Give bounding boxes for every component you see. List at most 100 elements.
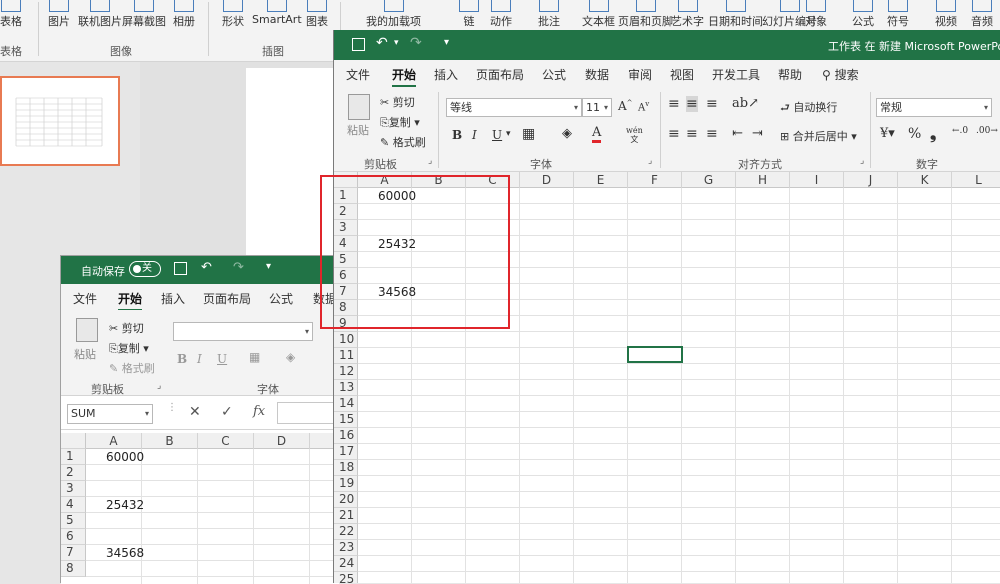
row-header-11[interactable]: 11 — [334, 348, 358, 364]
column-header-k[interactable]: K — [898, 172, 952, 188]
copy-button[interactable]: ⎘复制 ▾ — [380, 114, 420, 130]
ppt-button[interactable]: SmartArt — [252, 0, 302, 26]
fill-color-icon[interactable]: ◈ — [562, 126, 572, 141]
ppt-button[interactable]: 形状 — [222, 0, 244, 29]
tab-help[interactable]: 帮助 — [778, 66, 802, 83]
underline-dropdown-icon[interactable]: ▾ — [506, 129, 511, 139]
ppt-button[interactable]: 艺术字 — [671, 0, 704, 29]
accounting-format-icon[interactable]: ¥▾ — [880, 126, 895, 141]
tab-insert[interactable]: 插入 — [161, 290, 185, 307]
row-header-20[interactable]: 20 — [334, 492, 358, 508]
save-icon[interactable] — [174, 262, 187, 275]
dialog-launcher-icon[interactable]: ⌟ — [157, 381, 161, 391]
row-header-15[interactable]: 15 — [334, 412, 358, 428]
paste-icon[interactable] — [348, 94, 370, 120]
dialog-launcher-icon[interactable]: ⌟ — [648, 156, 652, 166]
fill-color-icon[interactable]: ◈ — [286, 350, 295, 364]
row-header-8[interactable]: 8 — [61, 561, 86, 577]
increase-decimal-icon[interactable]: ←.0 — [952, 126, 968, 136]
font-size-combo[interactable]: 11 ▾ — [582, 98, 612, 117]
selected-cell[interactable] — [627, 346, 683, 363]
column-header-b[interactable]: B — [142, 433, 198, 449]
ppt-button[interactable]: 相册 — [173, 0, 195, 29]
column-header-g[interactable]: G — [682, 172, 736, 188]
column-header-i[interactable]: I — [790, 172, 844, 188]
tab-home[interactable]: 开始 — [392, 66, 417, 87]
insert-function-icon[interactable]: fx — [253, 404, 265, 419]
ppt-button[interactable]: 联机图片 — [78, 0, 122, 29]
row-header-1[interactable]: 1 — [61, 449, 86, 465]
phonetic-icon[interactable]: wén 文 — [626, 126, 643, 144]
increase-indent-icon[interactable]: ⇥ — [752, 126, 763, 141]
bold-icon[interactable]: B — [452, 128, 462, 142]
row-header-23[interactable]: 23 — [334, 540, 358, 556]
ppt-button[interactable]: 页眉和页脚 — [618, 0, 673, 29]
row-header-22[interactable]: 22 — [334, 524, 358, 540]
quick-access-dropdown-icon[interactable]: ▾ — [444, 37, 449, 48]
column-header-d[interactable]: D — [254, 433, 310, 449]
column-header-f[interactable]: F — [628, 172, 682, 188]
column-header-d[interactable]: D — [520, 172, 574, 188]
row-header-10[interactable]: 10 — [334, 332, 358, 348]
format-painter-button[interactable]: ✎ 格式刷 — [109, 360, 155, 376]
ppt-button[interactable]: 对象 — [805, 0, 827, 29]
tab-formulas[interactable]: 公式 — [269, 290, 293, 307]
paste-button[interactable]: 粘贴 — [347, 122, 369, 138]
row-header-17[interactable]: 17 — [334, 444, 358, 460]
ppt-button[interactable]: 日期和时间 — [708, 0, 763, 29]
row-header-6[interactable]: 6 — [61, 529, 86, 545]
redo-icon[interactable]: ↷ — [410, 35, 422, 51]
tab-file[interactable]: 文件 — [73, 290, 97, 307]
enter-icon[interactable]: ✓ — [221, 404, 233, 420]
decrease-font-icon[interactable]: Av — [638, 100, 649, 113]
align-center-icon[interactable]: ≡ — [686, 126, 698, 142]
row-header-18[interactable]: 18 — [334, 460, 358, 476]
cut-button[interactable]: ✂ 剪切 — [109, 320, 144, 336]
redo-icon[interactable]: ↷ — [233, 260, 244, 275]
tab-file[interactable]: 文件 — [346, 66, 370, 83]
ppt-button[interactable]: 链 — [459, 0, 479, 29]
font-color-icon[interactable]: A — [592, 126, 602, 143]
row-header-19[interactable]: 19 — [334, 476, 358, 492]
row-header-3[interactable]: 3 — [61, 481, 86, 497]
copy-button[interactable]: ⎘复制 ▾ — [109, 340, 149, 356]
ppt-button[interactable]: 视频 — [935, 0, 957, 29]
search-box[interactable]: ⚲ 搜索 — [822, 66, 859, 83]
cancel-icon[interactable]: ✕ — [189, 404, 201, 420]
cell-a4[interactable]: 25432 — [106, 498, 144, 512]
select-all-corner[interactable] — [61, 433, 86, 449]
ppt-button[interactable]: 批注 — [538, 0, 560, 29]
cell-a7[interactable]: 34568 — [106, 546, 144, 560]
ppt-button[interactable]: 屏幕截图 — [122, 0, 166, 29]
number-format-combo[interactable]: 常规 ▾ — [876, 98, 992, 117]
ppt-button[interactable]: 表格 — [0, 0, 22, 29]
paste-button[interactable]: 粘贴 — [74, 346, 96, 362]
cut-button[interactable]: ✂ 剪切 — [380, 94, 415, 110]
row-header-2[interactable]: 2 — [61, 465, 86, 481]
orientation-icon[interactable]: ab↗ — [732, 96, 759, 111]
column-header-c[interactable]: C — [198, 433, 254, 449]
paste-icon[interactable] — [76, 318, 98, 342]
ppt-button[interactable]: 动作 — [490, 0, 512, 29]
row-header-4[interactable]: 4 — [61, 497, 86, 513]
undo-dropdown-icon[interactable]: ▾ — [394, 38, 399, 48]
ppt-button[interactable]: 图片 — [48, 0, 70, 29]
formula-input[interactable] — [277, 402, 341, 424]
dialog-launcher-icon[interactable]: ⌟ — [428, 156, 432, 166]
align-bottom-icon[interactable]: ≡ — [706, 96, 718, 112]
worksheet-grid[interactable]: A B C D 1 2 3 4 5 6 7 8 60000 25432 34568 — [61, 433, 339, 584]
ppt-button[interactable]: 我的加载项 — [366, 0, 421, 29]
ppt-button[interactable]: 音频 — [971, 0, 993, 29]
column-header-l[interactable]: L — [952, 172, 1000, 188]
column-header-e[interactable]: E — [574, 172, 628, 188]
tab-data[interactable]: 数据 — [585, 66, 609, 83]
ppt-button[interactable]: 公式 — [852, 0, 874, 29]
decrease-indent-icon[interactable]: ⇤ — [732, 126, 743, 141]
wrap-text-button[interactable]: ⮐ 自动换行 — [780, 99, 837, 118]
font-name-combo[interactable]: ▾ — [173, 322, 313, 341]
align-top-icon[interactable]: ≡ — [668, 96, 680, 112]
column-header-h[interactable]: H — [736, 172, 790, 188]
increase-font-icon[interactable]: A^ — [618, 99, 633, 113]
row-header-21[interactable]: 21 — [334, 508, 358, 524]
row-header-16[interactable]: 16 — [334, 428, 358, 444]
